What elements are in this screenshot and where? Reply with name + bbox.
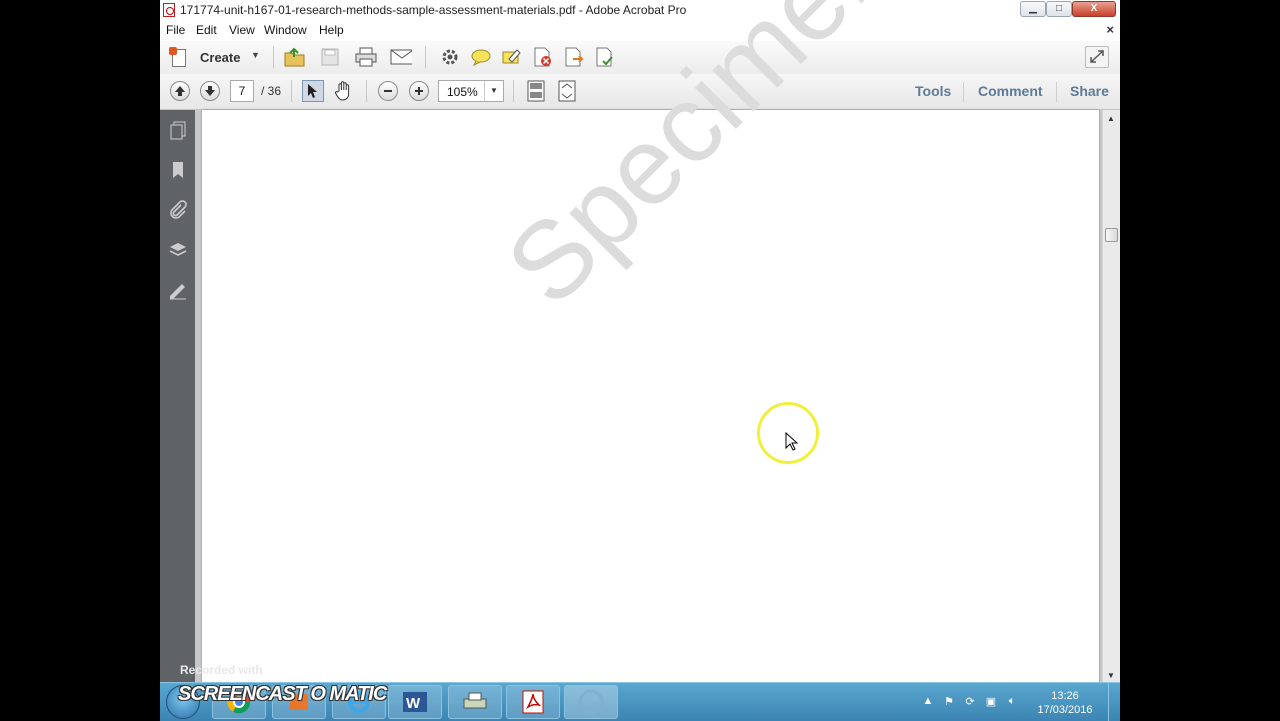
sign-icon[interactable] [594, 46, 616, 68]
printer-icon [463, 692, 487, 709]
email-icon[interactable] [390, 46, 412, 68]
save-icon[interactable] [319, 46, 341, 68]
minus-icon [384, 90, 392, 92]
action-center-flag-icon[interactable]: ⚑ [941, 693, 957, 709]
clock-time: 13:26 [1051, 690, 1079, 702]
select-tool-button[interactable] [302, 80, 324, 102]
word-icon: W [403, 692, 427, 712]
sync-icon[interactable]: ⟳ [962, 693, 978, 709]
vertical-scrollbar[interactable]: ▲ ▼ [1102, 110, 1120, 682]
create-icon [169, 47, 186, 67]
attachment-icon[interactable] [168, 200, 188, 220]
taskbar-word[interactable]: W [388, 685, 442, 719]
scroll-down-icon[interactable]: ▼ [1107, 671, 1115, 680]
acrobat-icon [522, 690, 544, 714]
zoom-out-button[interactable] [378, 81, 398, 101]
tools-pane-button[interactable]: Tools [915, 83, 951, 99]
page-total-label: / 36 [261, 84, 282, 98]
fit-width-icon [558, 80, 576, 102]
bookmark-icon[interactable] [168, 160, 188, 180]
menu-view[interactable]: View [229, 23, 255, 37]
previous-page-button[interactable] [170, 81, 190, 101]
signatures-icon[interactable] [168, 280, 188, 300]
zoom-value: 105% [447, 85, 478, 99]
highlight-icon[interactable] [501, 46, 523, 68]
maximize-button[interactable]: □ [1046, 1, 1072, 17]
pane-separator [1056, 82, 1057, 102]
main-toolbar: Create ▼ [160, 41, 1120, 75]
export-icon[interactable] [563, 46, 585, 68]
comment-pane-button[interactable]: Comment [978, 83, 1043, 99]
print-icon[interactable] [355, 46, 377, 68]
menu-file[interactable]: File [166, 23, 185, 37]
create-label: Create [200, 50, 241, 65]
toolbar-separator [366, 80, 367, 102]
pane-separator [963, 82, 964, 102]
system-clock[interactable]: 13:26 17/03/2016 [1030, 689, 1100, 717]
pdf-file-icon [163, 3, 175, 17]
fit-page-icon [527, 80, 545, 102]
zoom-select[interactable]: 105% ▼ [438, 80, 504, 102]
scrollbar-thumb[interactable] [1105, 228, 1118, 242]
next-page-button[interactable] [200, 81, 220, 101]
system-tray: ▲ ⚑ ⟳ ▣ 🔈︎ [920, 690, 1020, 712]
svg-text:W: W [406, 695, 421, 712]
screencast-o-matic-logo: SCREENCAST O MATIC [178, 683, 387, 705]
minimize-button[interactable]: ▁ [1020, 1, 1046, 17]
recorded-with-label: Recorded with [180, 663, 263, 677]
layers-icon[interactable] [168, 240, 188, 260]
menu-window[interactable]: Window [264, 23, 307, 37]
settings-icon[interactable] [439, 46, 461, 68]
close-document-button[interactable]: × [1106, 22, 1114, 37]
toolbar-separator [273, 46, 274, 68]
title-bar: 171774-unit-h167-01-research-methods-sam… [160, 0, 1120, 22]
open-icon[interactable] [284, 46, 306, 68]
network-icon[interactable]: ▣ [983, 693, 999, 709]
fullscreen-toggle-button[interactable] [1085, 46, 1109, 68]
cursor-arrow-icon [308, 84, 317, 98]
taskbar-acrobat-active[interactable] [564, 685, 618, 719]
tray-expand-icon[interactable]: ▲ [920, 693, 936, 709]
fit-page-button[interactable] [525, 80, 547, 102]
window-title: 171774-unit-h167-01-research-methods-sam… [180, 3, 687, 17]
clock-date: 17/03/2016 [1037, 704, 1093, 716]
hand-icon [335, 81, 350, 101]
taskbar-acrobat[interactable] [506, 685, 560, 719]
comment-icon[interactable] [470, 46, 492, 68]
share-pane-button[interactable]: Share [1070, 83, 1109, 99]
hand-tool-button[interactable] [333, 80, 355, 102]
chevron-down-icon: ▼ [251, 50, 260, 60]
windows-taskbar: W SCREENCAST O MATIC ▲ ⚑ ⟳ ▣ 🔈︎ 13:26 17… [160, 682, 1120, 721]
arrow-down-icon [205, 86, 215, 96]
close-window-button[interactable]: X [1072, 1, 1116, 17]
acrobat-window: 171774-unit-h167-01-research-methods-sam… [160, 0, 1120, 720]
menu-bar: File Edit View Window Help × [160, 21, 1120, 42]
menu-edit[interactable]: Edit [196, 23, 217, 37]
volume-icon[interactable]: 🔈︎ [1004, 693, 1020, 709]
toolbar-separator [425, 46, 426, 68]
mouse-cursor-icon [785, 432, 799, 451]
navigation-pane [160, 110, 195, 682]
scroll-up-icon[interactable]: ▲ [1107, 114, 1115, 123]
show-desktop-button[interactable] [1108, 683, 1121, 721]
arrow-up-icon [175, 86, 185, 96]
toolbar-separator [291, 80, 292, 102]
zoom-in-button[interactable] [409, 81, 429, 101]
recording-app-icon [578, 689, 604, 715]
page-thumbnails-icon[interactable] [168, 120, 188, 140]
plus-icon [415, 87, 423, 95]
pdf-page: Specimen [202, 0, 1099, 682]
toolbar-separator [513, 80, 514, 102]
document-viewport[interactable]: Specimen [195, 0, 1102, 682]
page-number-input[interactable]: 7 [230, 80, 254, 102]
delete-page-icon[interactable] [532, 46, 554, 68]
menu-help[interactable]: Help [319, 23, 344, 37]
fit-width-button[interactable] [556, 80, 578, 102]
chevron-down-icon[interactable]: ▼ [484, 81, 503, 101]
taskbar-printer[interactable] [448, 685, 502, 719]
